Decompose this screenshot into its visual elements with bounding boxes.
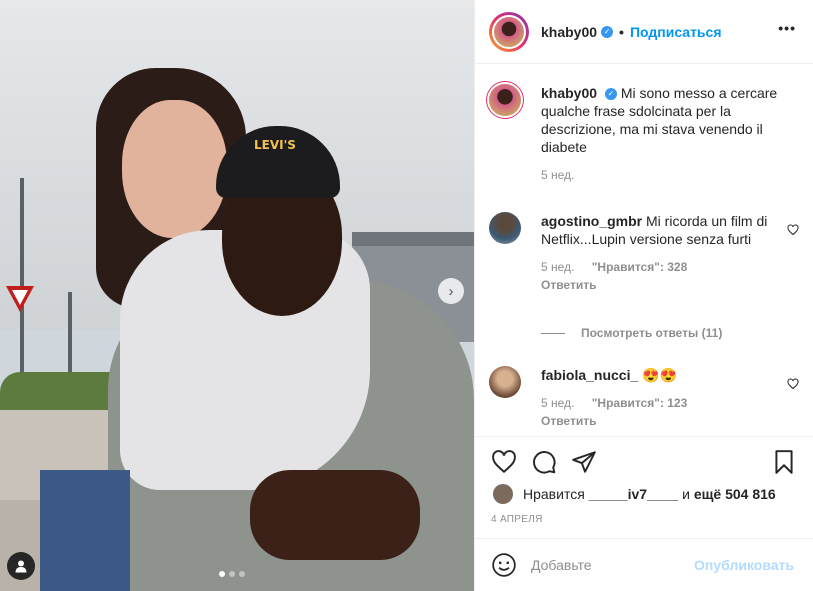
caption-username[interactable]: khaby00 [541, 85, 597, 101]
comment-icon[interactable] [531, 449, 557, 475]
likes-prefix: Нравится [523, 486, 585, 502]
author-username[interactable]: khaby00 [541, 24, 597, 40]
publish-button[interactable]: Опубликовать [694, 557, 794, 573]
comment-input[interactable]: Добавьте [531, 557, 592, 573]
reply-button[interactable]: Ответить [541, 278, 799, 292]
comment-item: agostino_gmbr Mi ricorda un film di Netf… [489, 212, 799, 292]
comment-time: 5 нед. [541, 260, 575, 274]
comment-text: 😍😍 [642, 367, 678, 383]
view-replies-button[interactable]: Посмотреть ответы (11) [541, 326, 722, 340]
likes-summary: Нравится _____iv7____ и ещё 504 816 [493, 484, 776, 504]
comment-likes[interactable]: "Нравится": 328 [592, 260, 688, 274]
photo-woman-face [122, 100, 227, 238]
more-options-icon[interactable]: ••• [778, 20, 796, 36]
reply-button[interactable]: Ответить [541, 414, 799, 428]
comment-likes[interactable]: "Нравится": 123 [592, 396, 688, 410]
emoji-icon[interactable] [491, 552, 517, 578]
liker-username[interactable]: _____iv7____ [589, 486, 679, 502]
author-avatar[interactable] [489, 11, 529, 52]
user-icon [15, 560, 27, 573]
likes-count[interactable]: ещё 504 816 [694, 486, 776, 502]
post-photo[interactable]: LEVI'S › [0, 0, 474, 591]
comment-avatar[interactable] [489, 212, 521, 244]
photo-yield-sign-inner [12, 290, 28, 305]
view-replies-label: Посмотреть ответы (11) [581, 326, 723, 340]
avatar [492, 14, 526, 49]
follow-button[interactable]: Подписаться [630, 24, 722, 40]
heart-icon[interactable] [787, 224, 799, 236]
post-caption: khaby00 ✓ Mi sono messo a cercare qualch… [489, 84, 799, 182]
likes-middle: и [682, 486, 690, 502]
heart-icon[interactable] [491, 449, 517, 475]
photo-jeans [40, 470, 130, 591]
carousel-indicator [219, 571, 245, 577]
comment-avatar[interactable] [489, 366, 521, 398]
add-comment-bar: Добавьте Опубликовать [475, 538, 813, 591]
share-icon[interactable] [571, 449, 597, 475]
comment-item: fabiola_nucci_ 😍😍 5 нед. "Нравится": 123… [489, 366, 799, 428]
caption-time: 5 нед. [541, 168, 575, 182]
view-replies-line [541, 332, 565, 334]
post-header: khaby00 ✓ • Подписаться ••• [475, 0, 813, 64]
heart-icon[interactable] [787, 378, 799, 390]
verified-icon: ✓ [604, 88, 617, 101]
bookmark-icon[interactable] [771, 449, 797, 475]
verified-icon: ✓ [601, 25, 614, 38]
comment-username[interactable]: fabiola_nucci_ [541, 367, 638, 383]
cap-logo: LEVI'S [254, 138, 296, 152]
carousel-dot [229, 571, 235, 577]
header-separator: • [619, 23, 624, 40]
carousel-dot [239, 571, 245, 577]
comment-username[interactable]: agostino_gmbr [541, 213, 642, 229]
caption-avatar[interactable] [489, 84, 521, 116]
carousel-next-button[interactable]: › [438, 278, 464, 304]
tagged-users-button[interactable] [7, 552, 35, 580]
comments-list[interactable]: khaby00 ✓ Mi sono messo a cercare qualch… [475, 64, 813, 436]
post-details-panel: khaby00 ✓ • Подписаться ••• khaby00 ✓ Mi… [474, 0, 813, 591]
post-date[interactable]: 4 АПРЕЛЯ [491, 514, 543, 525]
photo-hands [250, 470, 420, 560]
post-actions-bar [475, 436, 813, 486]
chevron-right-icon: › [448, 282, 454, 300]
photo-signpost [68, 292, 72, 382]
carousel-dot [219, 571, 225, 577]
photo-lamppost [20, 178, 24, 378]
comment-time: 5 нед. [541, 396, 575, 410]
liker-avatar[interactable] [493, 484, 513, 504]
